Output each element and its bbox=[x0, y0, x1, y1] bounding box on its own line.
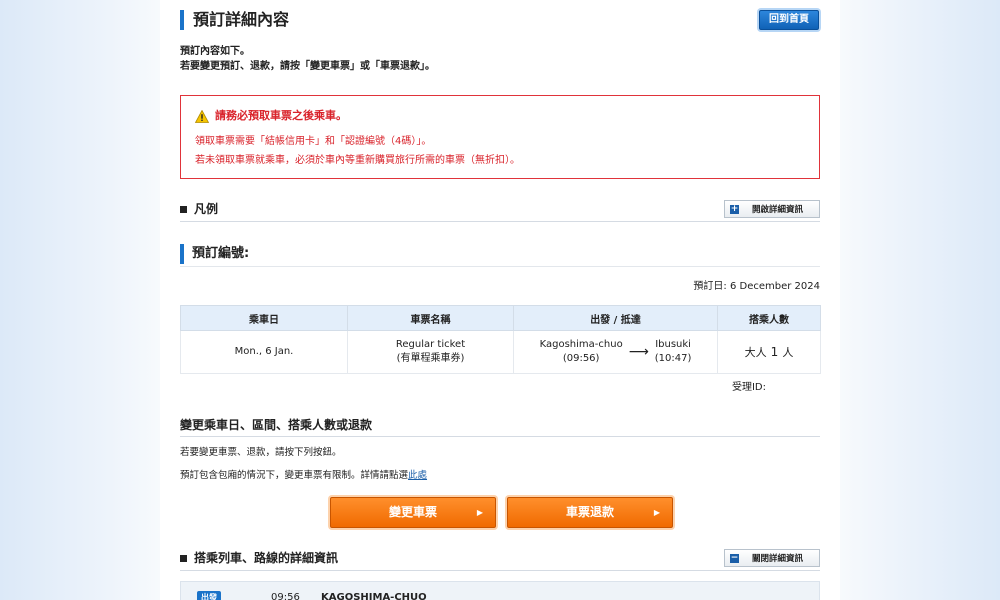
ticket-table: 乘車日 車票名稱 出發 / 抵達 搭乘人數 Mon., 6 Jan. Regul… bbox=[180, 305, 821, 374]
open-details-button[interactable]: + 開啟詳細資訊 bbox=[724, 200, 820, 218]
change-ticket-button[interactable]: 變更車票 ▶ bbox=[330, 497, 496, 528]
departure-badge: 出發 bbox=[197, 591, 221, 600]
departure-station-name: Kagoshima-chuo bbox=[539, 339, 623, 350]
passenger-unit: 人 bbox=[782, 345, 794, 359]
refund-ticket-label: 車票退款 bbox=[565, 505, 614, 519]
intro-line-2: 若要變更預訂、退款，請按「變更車票」或「車票退款」。 bbox=[180, 61, 435, 72]
ticket-subname: (有單程乘車券) bbox=[396, 353, 465, 364]
page-title: 預訂詳細內容 bbox=[180, 10, 289, 30]
arrival-station: Ibusuki (10:47) bbox=[655, 338, 692, 366]
main-panel: 預訂詳細內容 回到首頁 預訂內容如下。 若要變更預訂、退款，請按「變更車票」或「… bbox=[160, 0, 840, 600]
change-restriction: 預訂包含包廂的情況下，變更車票有限制。詳情請點選此處 bbox=[180, 470, 427, 482]
ticket-name-cell: Regular ticket (有單程乘車券) bbox=[347, 330, 514, 374]
change-ticket-label: 變更車票 bbox=[388, 505, 437, 519]
train-departure-time: 09:56 bbox=[271, 592, 300, 600]
arrival-station-name: Ibusuki bbox=[655, 339, 691, 350]
header-ride-date: 乘車日 bbox=[180, 305, 348, 331]
arrow-right-icon: ⟶ bbox=[628, 344, 649, 360]
square-bullet-icon bbox=[180, 205, 187, 213]
square-bullet-icon bbox=[180, 554, 187, 562]
ride-date: Mon., 6 Jan. bbox=[180, 330, 348, 374]
caret-right-icon: ▶ bbox=[653, 508, 660, 517]
change-section-title: 變更乘車日、區間、搭乘人數或退款 bbox=[180, 417, 820, 437]
passenger-type: 大人 bbox=[744, 345, 767, 359]
booking-number-title: 預訂編號: bbox=[180, 244, 249, 264]
route-cell: Kagoshima-chuo (09:56) ⟶ Ibusuki (10:47) bbox=[513, 330, 718, 374]
table-row: Mon., 6 Jan. Regular ticket (有單程乘車券) Kag… bbox=[180, 330, 821, 374]
train-departure-station: KAGOSHIMA-CHUO bbox=[321, 592, 427, 600]
caret-right-icon: ▶ bbox=[476, 508, 483, 517]
details-link[interactable]: 此處 bbox=[408, 470, 427, 481]
departure-station: Kagoshima-chuo (09:56) bbox=[540, 338, 623, 366]
intro-line-1: 預訂內容如下。 bbox=[180, 46, 250, 57]
table-header-row: 乘車日 車票名稱 出發 / 抵達 搭乘人數 bbox=[180, 305, 821, 331]
train-details-label-text: 搭乘列車、路線的詳細資訊 bbox=[194, 551, 339, 565]
acceptance-id: 受理ID: bbox=[731, 382, 766, 393]
header-ticket-name: 車票名稱 bbox=[347, 305, 514, 331]
warning-box: 請務必預取車票之後乘車。 領取車票需要「結帳信用卡」和「認證編號（4碼）」。 若… bbox=[180, 95, 820, 179]
warning-icon bbox=[195, 109, 209, 123]
open-details-label: 開啟詳細資訊 bbox=[752, 205, 804, 215]
train-details-section: 搭乘列車、路線的詳細資訊 − 關閉詳細資訊 bbox=[180, 549, 820, 571]
legend-section: 凡例 + 開啟詳細資訊 bbox=[180, 200, 820, 222]
change-restriction-text: 預訂包含包廂的情況下，變更車票有限制。詳情請點選 bbox=[180, 470, 409, 481]
header-departure-arrival: 出發 / 抵達 bbox=[513, 305, 718, 331]
arrival-time: (10:47) bbox=[654, 353, 692, 364]
refund-ticket-button[interactable]: 車票退款 ▶ bbox=[507, 497, 673, 528]
train-row: 出發 09:56 KAGOSHIMA-CHUO bbox=[180, 581, 820, 600]
change-instruction: 若要變更車票、退款，請按下列按鈕。 bbox=[180, 447, 342, 458]
plus-icon: + bbox=[730, 203, 739, 214]
ticket-name: Regular ticket bbox=[395, 339, 466, 350]
warning-title-text: 請務必預取車票之後乘車。 bbox=[215, 109, 347, 122]
header-passengers: 搭乘人數 bbox=[717, 305, 821, 331]
passenger-number: 1 bbox=[770, 344, 779, 359]
close-details-button[interactable]: − 關閉詳細資訊 bbox=[724, 549, 820, 567]
warning-title: 請務必預取車票之後乘車。 bbox=[195, 109, 347, 123]
departure-time: (09:56) bbox=[562, 353, 600, 364]
warning-line-1: 領取車票需要「結帳信用卡」和「認證編號（4碼）」。 bbox=[195, 136, 432, 147]
booking-date: 預訂日: 6 December 2024 bbox=[693, 281, 820, 292]
close-details-label: 關閉詳細資訊 bbox=[752, 554, 804, 564]
divider bbox=[180, 266, 820, 267]
minus-icon: − bbox=[730, 552, 739, 563]
passenger-count: 大人 1 人 bbox=[717, 330, 821, 374]
train-details-label: 搭乘列車、路線的詳細資訊 bbox=[180, 551, 338, 565]
warning-line-2: 若未領取車票就乘車，必須於車內等重新購買旅行所需的車票（無折扣）。 bbox=[195, 155, 520, 166]
legend-label-text: 凡例 bbox=[194, 202, 219, 216]
legend-label: 凡例 bbox=[180, 202, 218, 216]
home-button[interactable]: 回到首頁 bbox=[759, 10, 819, 30]
